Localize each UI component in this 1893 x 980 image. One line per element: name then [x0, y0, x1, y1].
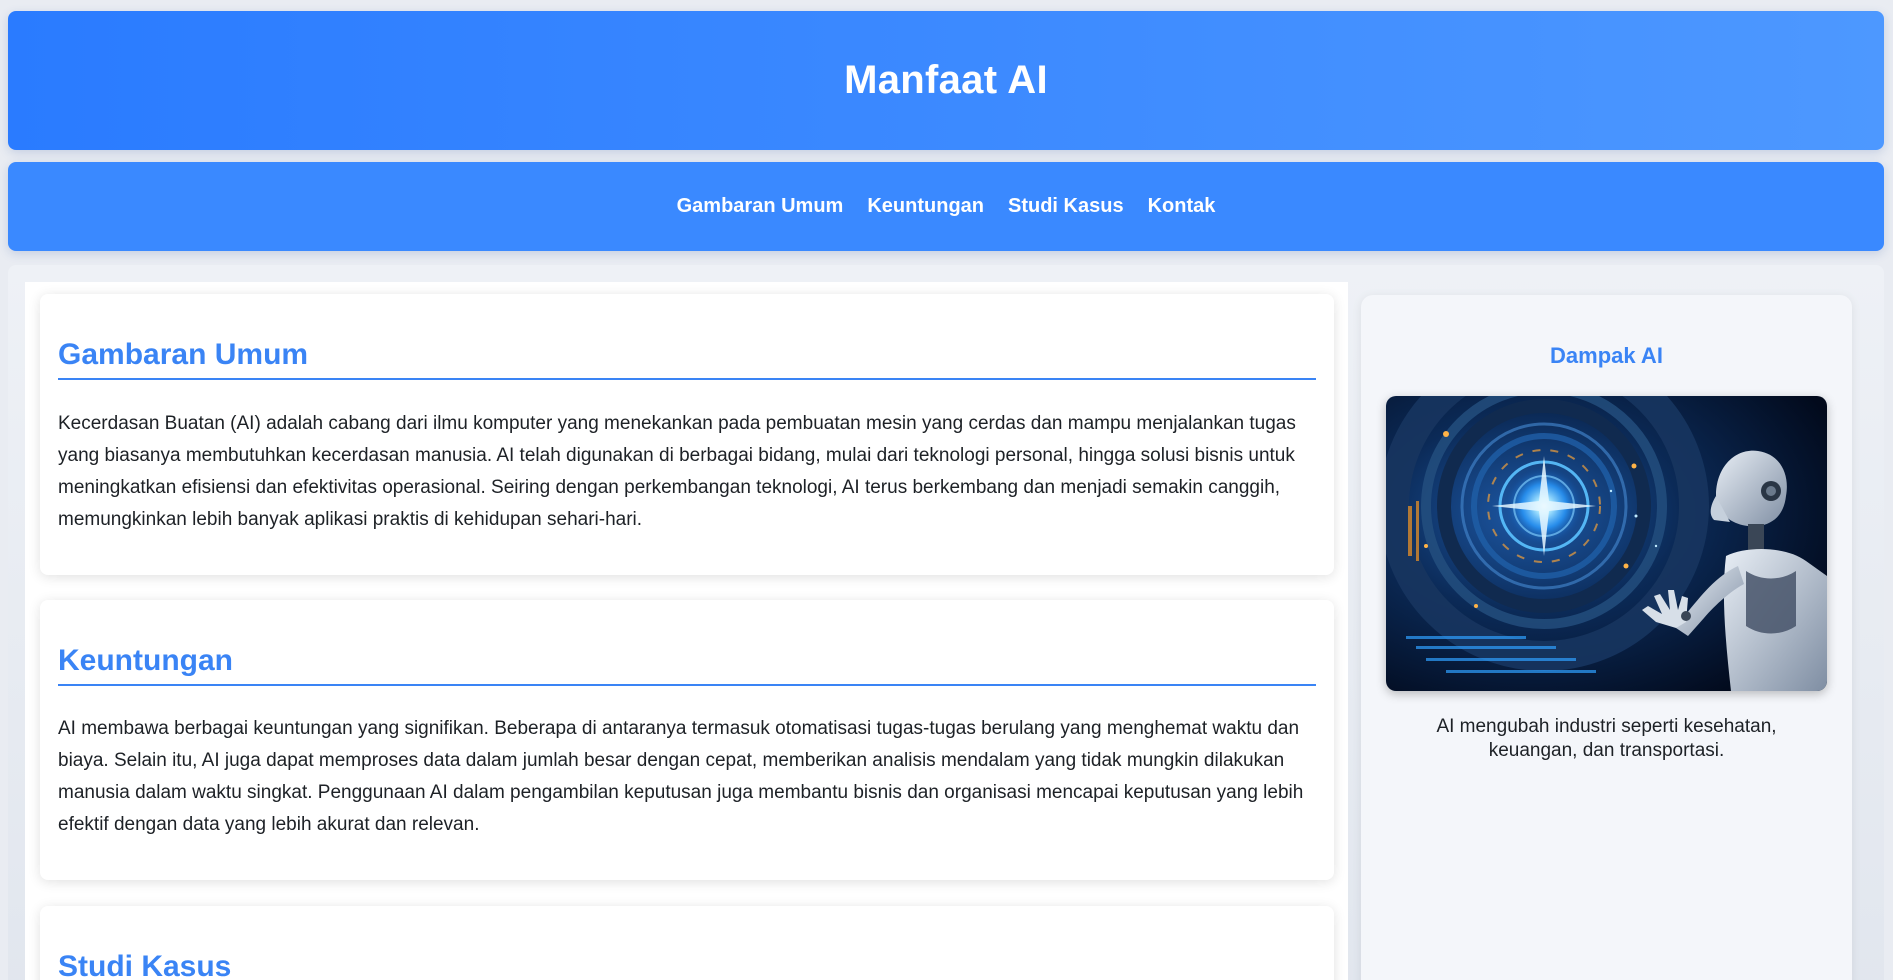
page-title: Manfaat AI: [844, 58, 1048, 102]
section-keuntungan: Keuntungan AI membawa berbagai keuntunga…: [40, 600, 1334, 880]
ai-robot-image: [1386, 396, 1827, 691]
nav-link-kontak[interactable]: Kontak: [1148, 195, 1216, 218]
section-body: AI membawa berbagai keuntungan yang sign…: [58, 718, 1304, 835]
site-header: Manfaat AI: [8, 11, 1884, 150]
nav-link-gambaran-umum[interactable]: Gambaran Umum: [677, 195, 844, 218]
section-gambaran-umum: Gambaran Umum Kecerdasan Buatan (AI) ada…: [40, 294, 1334, 575]
section-heading: Gambaran Umum: [58, 338, 1316, 380]
sidebar-caption: AI mengubah industri seperti kesehatan, …: [1436, 716, 1777, 761]
section-body: Kecerdasan Buatan (AI) adalah cabang dar…: [58, 413, 1296, 530]
sidebar-title: Dampak AI: [1550, 343, 1663, 368]
section-heading: Keuntungan: [58, 644, 1316, 686]
sidebar-dampak-ai: Dampak AI AI mengubah industri seperti k…: [1361, 295, 1852, 980]
nav-link-keuntungan[interactable]: Keuntungan: [867, 195, 984, 218]
main-nav: Gambaran Umum Keuntungan Studi Kasus Kon…: [8, 162, 1884, 251]
section-studi-kasus: Studi Kasus: [40, 906, 1334, 980]
section-heading: Studi Kasus: [58, 950, 232, 980]
nav-link-studi-kasus[interactable]: Studi Kasus: [1008, 195, 1124, 218]
